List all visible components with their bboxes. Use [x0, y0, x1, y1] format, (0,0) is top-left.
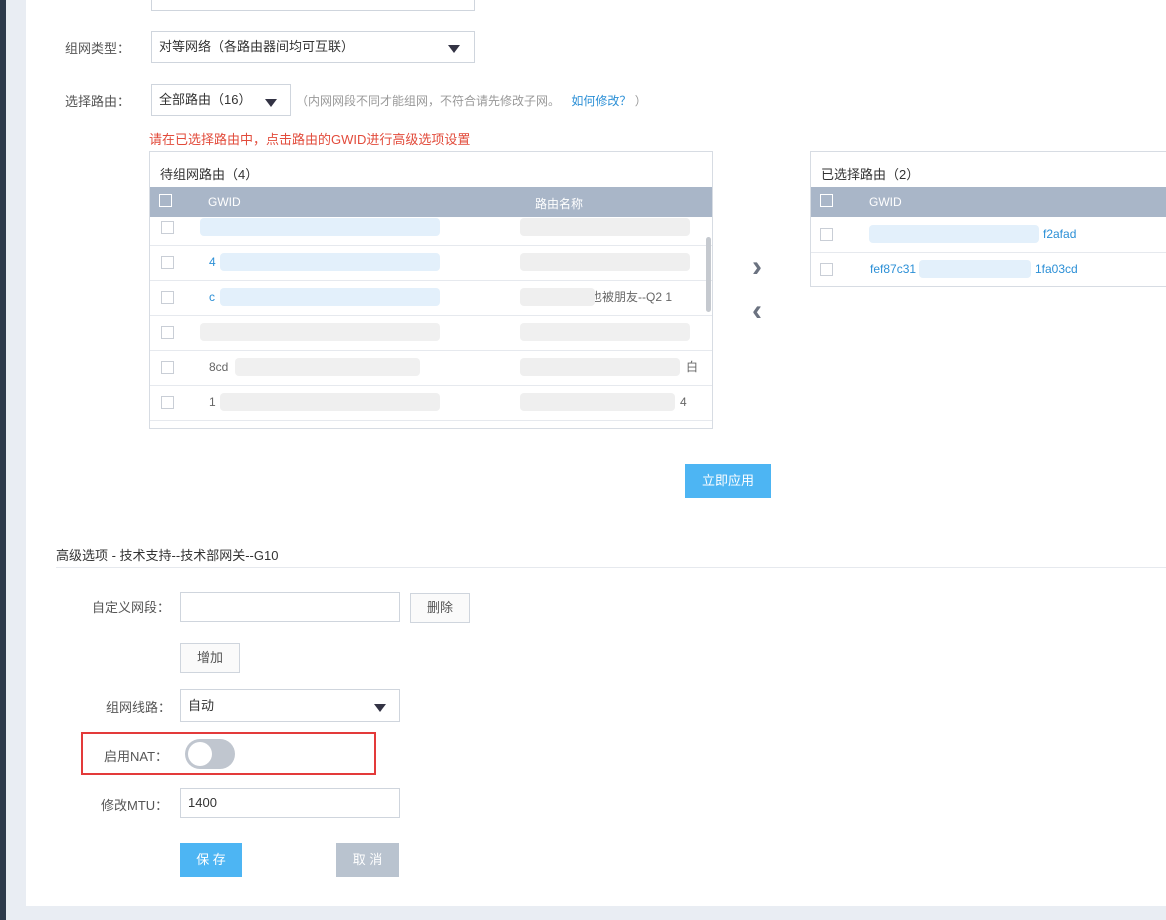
select-router-hint: （内网网段不同才能组网，不符合请先修改子网。 如何修改？ ） — [296, 92, 647, 109]
pending-table-header: GWID 路由名称 — [150, 187, 712, 217]
enable-nat-toggle[interactable] — [185, 739, 235, 769]
content-panel: 组网类型： 对等网络（各路由器间均可互联） 选择路由： 全部路由（16） （内网… — [26, 0, 1166, 906]
redacted-name — [520, 393, 675, 411]
table-row[interactable]: 4 — [150, 245, 712, 281]
col-gwid: GWID — [208, 195, 241, 209]
row-checkbox[interactable] — [161, 396, 174, 409]
cancel-button[interactable]: 取 消 — [336, 843, 399, 877]
row-gwid-tail[interactable]: 1fa03cd — [1035, 252, 1078, 286]
pending-table-scrollbar[interactable] — [706, 237, 711, 312]
row-checkbox[interactable] — [161, 361, 174, 374]
redacted-gwid — [200, 323, 440, 341]
save-button[interactable]: 保 存 — [180, 843, 242, 877]
selected-table-title: 已选择路由（2） — [821, 167, 920, 182]
network-type-select[interactable]: 对等网络（各路由器间均可互联） — [151, 31, 475, 63]
move-right-arrow-icon[interactable]: › — [752, 252, 762, 282]
table-row[interactable]: fef87c31 1fa03cd — [811, 252, 1166, 286]
enable-nat-label: 启用NAT： — [104, 749, 169, 764]
redacted-gwid — [220, 288, 440, 306]
left-nav-edge — [0, 0, 6, 920]
selected-table-header: GWID — [811, 187, 1166, 217]
network-line-label: 组网线路： — [106, 700, 172, 715]
row-gwid-link[interactable]: f2afad — [1043, 217, 1076, 252]
row-router-name: 白 — [686, 360, 699, 374]
advanced-divider — [56, 567, 1166, 568]
row-checkbox[interactable] — [820, 228, 833, 241]
pending-table-body: 4 c 也被朋友--Q2 1 8cd 白 1 4 — [150, 217, 712, 428]
network-type-label: 组网类型： — [65, 41, 131, 56]
row-router-name: 也被朋友--Q2 1 — [590, 290, 673, 304]
col-router-name: 路由名称 — [535, 197, 584, 211]
row-gwid[interactable]: 4 — [209, 245, 216, 280]
redacted-name — [520, 288, 595, 306]
redacted-name — [520, 218, 690, 236]
redacted-gwid — [220, 253, 440, 271]
redacted-gwid — [919, 260, 1031, 278]
selected-routers-table: 已选择路由（2） GWID f2afad fef87c31 1fa03cd — [810, 151, 1166, 287]
row-router-name: 4 — [680, 395, 687, 409]
mtu-input[interactable]: 1400 — [180, 788, 400, 818]
hint-text: （内网网段不同才能组网，不符合请先修改子网。 — [296, 94, 561, 108]
redacted-name — [520, 323, 690, 341]
redacted-gwid — [200, 218, 440, 236]
advanced-settings-warning: 请在已选择路由中，点击路由的GWID进行高级选项设置 — [149, 132, 471, 147]
redacted-gwid — [235, 358, 420, 376]
select-router-label: 选择路由： — [65, 94, 131, 109]
toggle-knob — [188, 742, 212, 766]
pending-routers-table: 待组网路由（4） GWID 路由名称 4 c 也被朋友--Q2 1 8cd 白 … — [149, 151, 713, 429]
redacted-gwid — [869, 225, 1039, 243]
network-name-input[interactable] — [151, 0, 475, 11]
row-checkbox[interactable] — [820, 263, 833, 276]
table-row[interactable] — [150, 315, 712, 351]
custom-segment-label: 自定义网段： — [92, 600, 171, 615]
row-checkbox[interactable] — [161, 221, 174, 234]
add-segment-button[interactable]: 增加 — [180, 643, 240, 673]
apply-now-button[interactable]: 立即应用 — [685, 464, 771, 498]
table-row[interactable]: f2afad — [811, 217, 1166, 253]
custom-segment-input[interactable] — [180, 592, 400, 622]
table-row[interactable]: 8cd 白 — [150, 350, 712, 386]
table-row[interactable]: 1 4 — [150, 385, 712, 421]
network-line-value: 自动 — [188, 698, 215, 713]
table-row[interactable] — [150, 217, 712, 246]
mtu-label: 修改MTU： — [101, 798, 169, 813]
row-gwid[interactable]: c — [209, 280, 215, 315]
pending-table-title: 待组网路由（4） — [160, 167, 259, 182]
network-type-value: 对等网络（各路由器间均可互联） — [159, 39, 355, 54]
advanced-options-title: 高级选项 - 技术支持--技术部网关--G10 — [56, 548, 279, 563]
hint-close: ） — [634, 94, 647, 108]
row-gwid-link[interactable]: fef87c31 — [870, 252, 916, 286]
row-checkbox[interactable] — [161, 291, 174, 304]
row-gwid[interactable]: 1 — [209, 385, 216, 420]
row-gwid[interactable]: 8cd — [209, 350, 228, 385]
table-row[interactable]: c 也被朋友--Q2 1 — [150, 280, 712, 316]
delete-segment-button[interactable]: 删除 — [410, 593, 470, 623]
redacted-name — [520, 253, 690, 271]
select-router-value: 全部路由（16） — [159, 92, 252, 107]
row-checkbox[interactable] — [161, 256, 174, 269]
select-all-checkbox[interactable] — [820, 194, 833, 207]
chevron-down-icon — [265, 99, 277, 107]
col-gwid: GWID — [869, 195, 902, 209]
move-left-arrow-icon[interactable]: ‹ — [752, 296, 762, 326]
mtu-value: 1400 — [188, 795, 217, 810]
redacted-name — [520, 358, 680, 376]
network-line-select[interactable]: 自动 — [180, 689, 400, 722]
how-to-modify-link[interactable]: 如何修改？ — [571, 94, 631, 108]
select-all-checkbox[interactable] — [159, 194, 172, 207]
row-checkbox[interactable] — [161, 326, 174, 339]
chevron-down-icon — [374, 704, 386, 712]
chevron-down-icon — [448, 45, 460, 53]
redacted-gwid — [220, 393, 440, 411]
select-router-dropdown[interactable]: 全部路由（16） — [151, 84, 291, 116]
